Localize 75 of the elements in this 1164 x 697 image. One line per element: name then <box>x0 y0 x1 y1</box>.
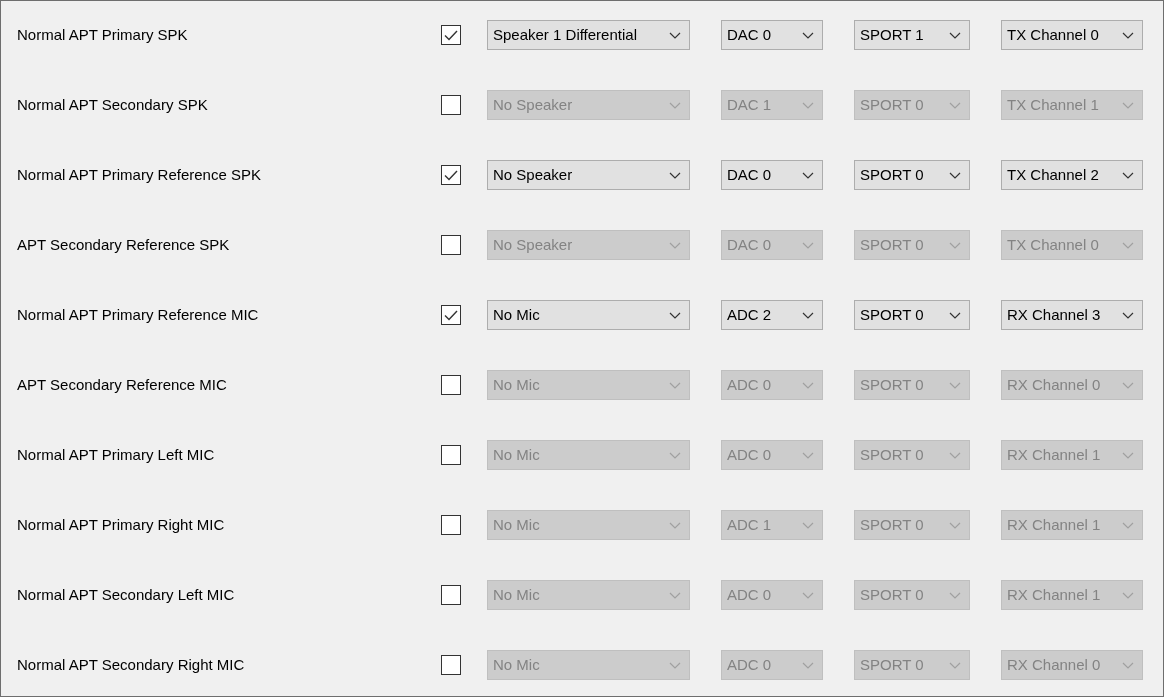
dropdown[interactable]: TX Channel 0 <box>1001 20 1143 50</box>
row-label: Normal APT Primary Right MIC <box>17 514 226 535</box>
dropdown[interactable]: DAC 0 <box>721 20 823 50</box>
chevron-down-icon <box>802 31 814 39</box>
dropdown[interactable]: ADC 2 <box>721 300 823 330</box>
checkbox[interactable] <box>441 515 461 535</box>
checkbox[interactable] <box>441 305 461 325</box>
chevron-down-icon <box>1122 591 1134 599</box>
chevron-down-icon <box>949 311 961 319</box>
chevron-down-icon <box>949 31 961 39</box>
dropdown[interactable]: Speaker 1 Differential <box>487 20 690 50</box>
chevron-down-icon <box>1122 661 1134 669</box>
dropdown[interactable]: SPORT 0 <box>854 160 970 190</box>
chevron-down-icon <box>669 311 681 319</box>
checkbox[interactable] <box>441 375 461 395</box>
row-label: APT Secondary Reference MIC <box>17 374 228 395</box>
chevron-down-icon <box>669 101 681 109</box>
chevron-down-icon <box>802 661 814 669</box>
chevron-down-icon <box>669 591 681 599</box>
checkbox[interactable] <box>441 655 461 675</box>
chevron-down-icon <box>669 661 681 669</box>
chevron-down-icon <box>802 171 814 179</box>
checkmark-icon <box>444 169 458 181</box>
chevron-down-icon <box>802 521 814 529</box>
chevron-down-icon <box>949 101 961 109</box>
row-label: Normal APT Secondary SPK <box>17 94 209 115</box>
chevron-down-icon <box>949 171 961 179</box>
row-label: Normal APT Primary SPK <box>17 24 189 45</box>
chevron-down-icon <box>669 241 681 249</box>
chevron-down-icon <box>802 381 814 389</box>
chevron-down-icon <box>1122 31 1134 39</box>
dropdown[interactable]: No Speaker <box>487 160 690 190</box>
chevron-down-icon <box>1122 521 1134 529</box>
row-label: Normal APT Primary Reference SPK <box>17 164 262 185</box>
chevron-down-icon <box>1122 171 1134 179</box>
dropdown[interactable]: TX Channel 2 <box>1001 160 1143 190</box>
chevron-down-icon <box>949 521 961 529</box>
chevron-down-icon <box>669 31 681 39</box>
chevron-down-icon <box>669 451 681 459</box>
chevron-down-icon <box>949 241 961 249</box>
chevron-down-icon <box>669 171 681 179</box>
chevron-down-icon <box>802 241 814 249</box>
chevron-down-icon <box>949 591 961 599</box>
checkbox[interactable] <box>441 445 461 465</box>
checkbox[interactable] <box>441 95 461 115</box>
chevron-down-icon <box>1122 451 1134 459</box>
chevron-down-icon <box>949 451 961 459</box>
row-label: APT Secondary Reference SPK <box>17 234 231 255</box>
chevron-down-icon <box>802 451 814 459</box>
chevron-down-icon <box>949 661 961 669</box>
checkbox[interactable] <box>441 235 461 255</box>
dropdown[interactable]: DAC 0 <box>721 160 823 190</box>
row-label: Normal APT Secondary Right MIC <box>17 654 246 675</box>
dropdown[interactable]: RX Channel 3 <box>1001 300 1143 330</box>
chevron-down-icon <box>1122 101 1134 109</box>
chevron-down-icon <box>1122 381 1134 389</box>
dropdown[interactable]: SPORT 0 <box>854 300 970 330</box>
chevron-down-icon <box>1122 311 1134 319</box>
checkbox[interactable] <box>441 25 461 45</box>
row-label: Normal APT Primary Left MIC <box>17 444 216 465</box>
chevron-down-icon <box>669 521 681 529</box>
checkmark-icon <box>444 309 458 321</box>
chevron-down-icon <box>949 381 961 389</box>
row-label: Normal APT Secondary Left MIC <box>17 584 236 605</box>
chevron-down-icon <box>1122 241 1134 249</box>
chevron-down-icon <box>802 591 814 599</box>
chevron-down-icon <box>669 381 681 389</box>
row-label: Normal APT Primary Reference MIC <box>17 304 260 325</box>
checkmark-icon <box>444 29 458 41</box>
dropdown[interactable]: No Mic <box>487 300 690 330</box>
chevron-down-icon <box>802 311 814 319</box>
checkbox[interactable] <box>441 585 461 605</box>
dropdown[interactable]: SPORT 1 <box>854 20 970 50</box>
checkbox[interactable] <box>441 165 461 185</box>
chevron-down-icon <box>802 101 814 109</box>
